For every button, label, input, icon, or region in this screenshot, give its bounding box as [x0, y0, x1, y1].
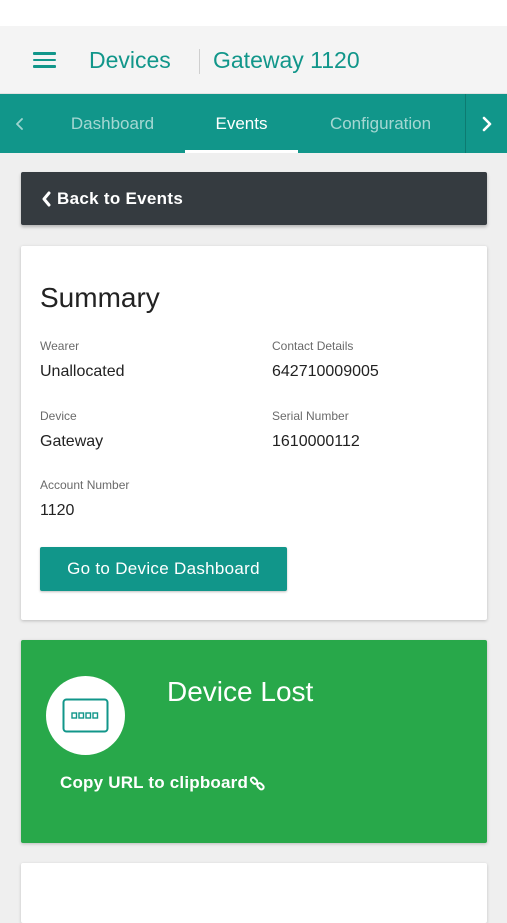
hamburger-menu-icon[interactable]: [33, 52, 56, 68]
contact-details-value: 642710009005: [272, 363, 379, 380]
back-label: Back to Events: [57, 188, 184, 208]
device-value: Gateway: [40, 433, 104, 450]
account-number-value: 1120: [40, 502, 75, 519]
wearer-field: Wearer Unallocated: [40, 339, 125, 381]
summary-card: Summary Wearer Unallocated Contact Detai…: [21, 246, 487, 620]
tab-dashboard[interactable]: Dashboard: [40, 94, 185, 153]
chevron-left-icon: [41, 191, 52, 207]
next-card: [21, 863, 487, 923]
gateway-device-icon: [62, 698, 109, 733]
go-to-device-dashboard-button[interactable]: Go to Device Dashboard: [40, 547, 287, 591]
tab-scroll-left-icon[interactable]: [0, 94, 40, 153]
serial-number-field: Serial Number 1610000112: [272, 409, 360, 451]
account-number-label: Account Number: [40, 478, 130, 492]
tab-configuration[interactable]: Configuration: [298, 94, 463, 153]
device-avatar: [46, 676, 125, 755]
event-title: Device Lost: [167, 676, 314, 707]
summary-title: Summary: [40, 282, 160, 313]
link-icon: [249, 775, 266, 792]
wearer-label: Wearer: [40, 339, 80, 353]
contact-details-field: Contact Details 642710009005: [272, 339, 379, 381]
tab-bar: Dashboard Events Configuration: [0, 94, 507, 153]
account-number-field: Account Number 1120: [40, 478, 129, 520]
serial-number-value: 1610000112: [272, 433, 360, 450]
copy-url-button[interactable]: Copy URL to clipboard: [60, 773, 266, 793]
wearer-value: Unallocated: [40, 363, 125, 380]
status-bar: [0, 0, 507, 26]
header-subtitle: Gateway 1120: [213, 47, 360, 73]
contact-details-label: Contact Details: [272, 339, 354, 353]
tab-scroll-right-icon[interactable]: [465, 94, 507, 153]
header-divider: [199, 49, 200, 74]
back-to-events-button[interactable]: Back to Events: [21, 172, 487, 225]
header-title[interactable]: Devices: [89, 46, 171, 74]
device-label: Device: [40, 409, 77, 423]
app-header: Devices Gateway 1120: [0, 26, 507, 94]
event-card-device-lost: Device Lost Copy URL to clipboard: [21, 640, 487, 843]
serial-number-label: Serial Number: [272, 409, 349, 423]
copy-url-label: Copy URL to clipboard: [60, 773, 249, 792]
device-field: Device Gateway: [40, 409, 103, 451]
tab-events[interactable]: Events: [185, 94, 298, 153]
